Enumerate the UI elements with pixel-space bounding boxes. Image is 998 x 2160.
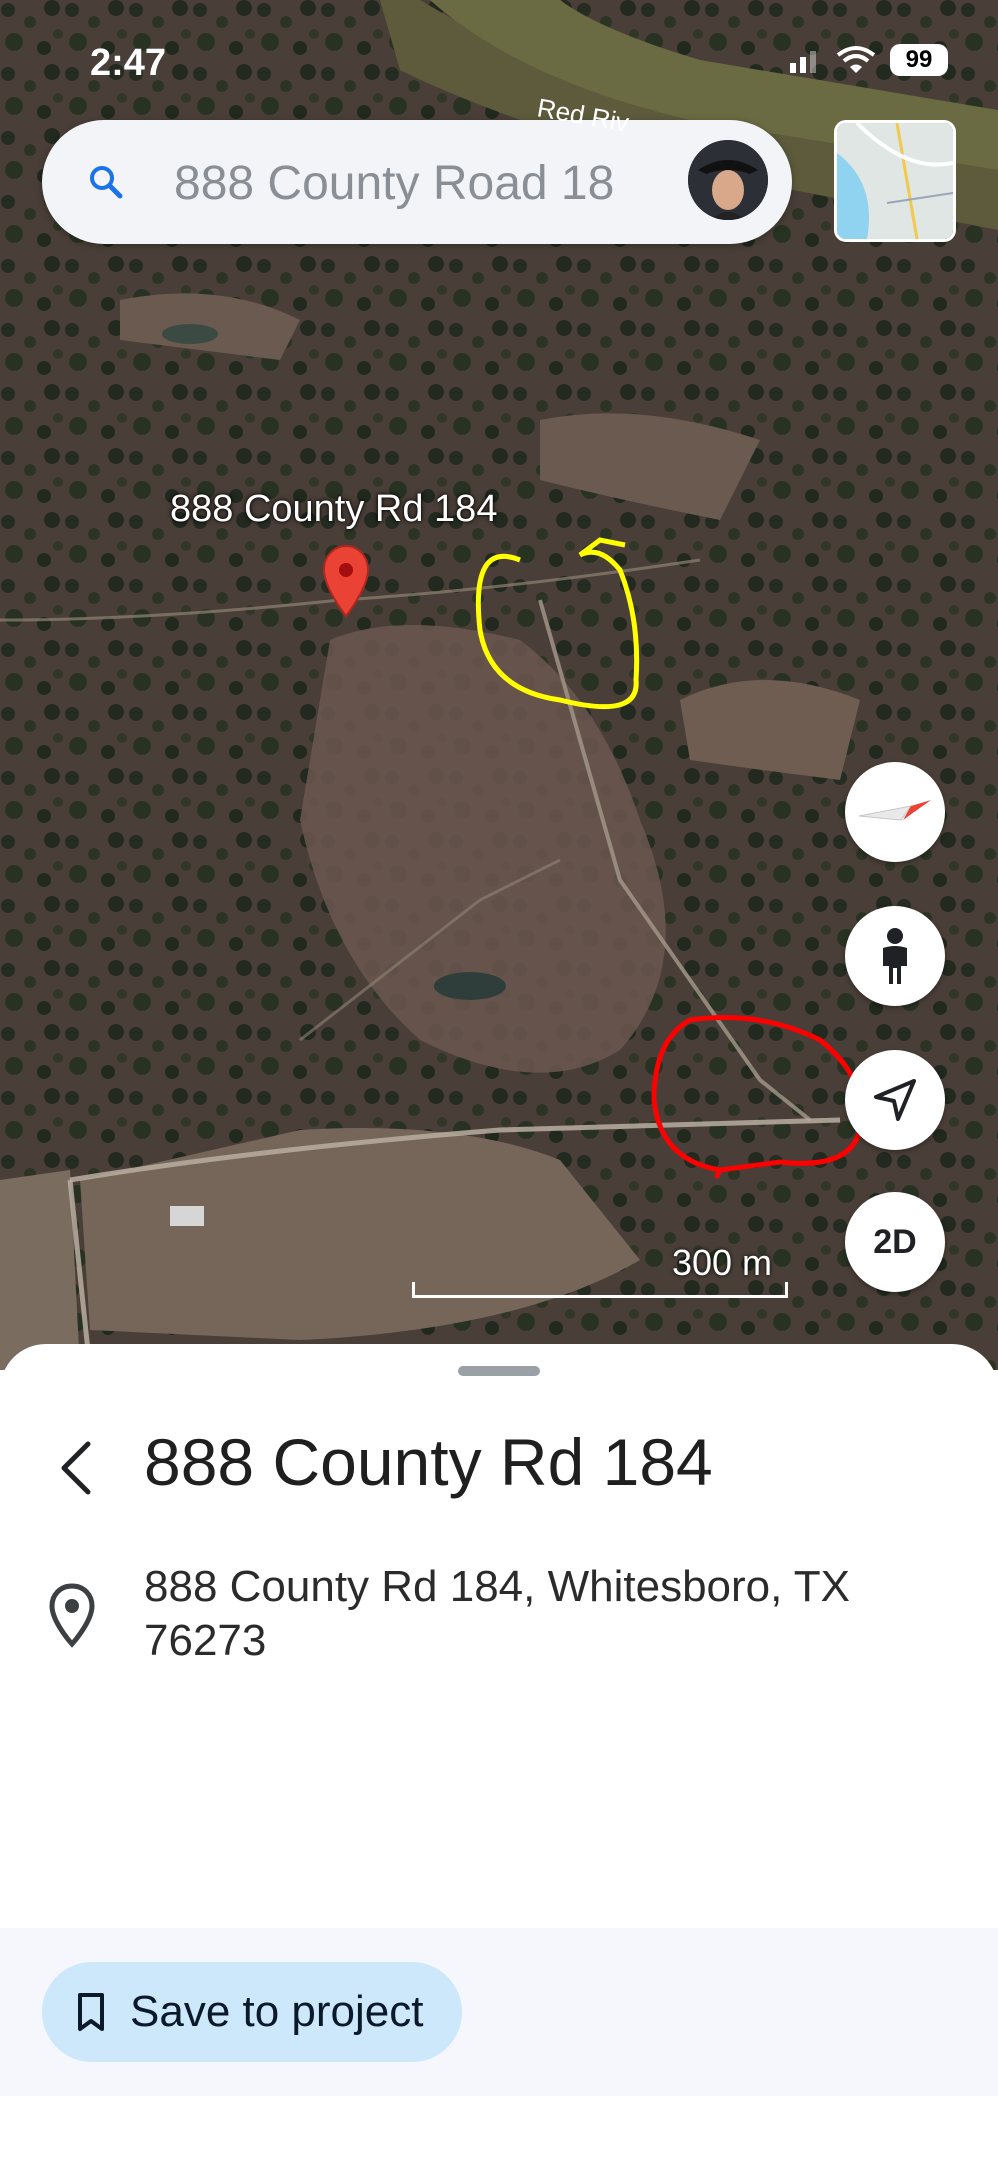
map-scale: 300 m bbox=[412, 1240, 790, 1298]
action-footer: Save to project bbox=[0, 1928, 998, 2096]
scale-line bbox=[412, 1282, 788, 1298]
place-address: 888 County Rd 184, Whitesboro, TX 76273 bbox=[144, 1562, 851, 1665]
river-label: Red Riv bbox=[535, 92, 631, 138]
place-title: 888 County Rd 184 bbox=[144, 1425, 713, 1499]
avatar[interactable] bbox=[688, 140, 768, 220]
my-location-button[interactable] bbox=[845, 1050, 945, 1150]
sheet-drag-handle[interactable] bbox=[458, 1366, 540, 1376]
signal-icon bbox=[790, 51, 816, 73]
compass-icon bbox=[858, 800, 931, 821]
pegman-icon bbox=[883, 928, 907, 984]
back-button[interactable] bbox=[36, 1428, 116, 1508]
layers-thumbnail-icon bbox=[837, 123, 953, 239]
battery-indicator: 99 bbox=[890, 44, 948, 76]
wifi-icon bbox=[836, 46, 876, 73]
view-mode-2d-button[interactable]: 2D bbox=[845, 1192, 945, 1292]
river-label-text: Red Riv bbox=[535, 92, 631, 138]
scale-label: 300 m bbox=[671, 1242, 772, 1283]
location-pin-icon bbox=[49, 1583, 95, 1648]
chevron-left-icon bbox=[61, 1441, 91, 1495]
search-input[interactable]: 888 County Road 18 bbox=[174, 156, 734, 211]
navigation-arrow-icon bbox=[874, 1079, 916, 1121]
status-time: 2:47 bbox=[90, 42, 167, 84]
save-button-label: Save to project bbox=[130, 1987, 424, 2036]
bookmark-icon bbox=[78, 1993, 104, 2031]
pin-label: 888 County Rd 184 bbox=[170, 488, 498, 530]
map-layers-button[interactable] bbox=[834, 120, 956, 242]
compass-button[interactable] bbox=[845, 762, 945, 862]
search-icon bbox=[90, 166, 123, 199]
status-bar: 2:47 99 bbox=[0, 38, 998, 88]
street-view-button[interactable] bbox=[845, 906, 945, 1006]
save-to-project-button[interactable]: Save to project bbox=[42, 1962, 462, 2062]
